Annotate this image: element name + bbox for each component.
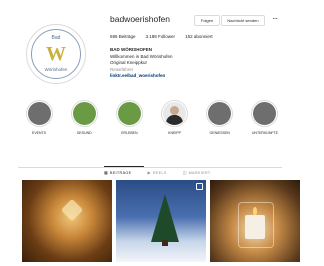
highlight-cover <box>70 100 98 127</box>
post-christmas-ornament[interactable] <box>22 180 112 262</box>
profile-bio: BAD WÖRISHOFEN Willkommen in Bad Wörisho… <box>110 47 173 80</box>
profile-stats: 695 Beiträge 3.188 Follower 152 abonnier… <box>110 34 213 39</box>
highlight-color-fill <box>72 102 96 125</box>
candle <box>245 215 265 239</box>
follow-button[interactable]: Folgen <box>194 15 220 26</box>
highlight-color-fill <box>117 102 141 125</box>
highlight-erleben[interactable]: ERLEBEN <box>112 100 146 135</box>
tab-label: MARKIERT <box>188 170 211 175</box>
tabs-divider <box>18 167 282 168</box>
logo-letter: W <box>46 43 66 65</box>
straw-star-ornament <box>60 198 84 222</box>
highlight-color-fill <box>208 102 232 125</box>
logo-top-text: Bad <box>51 35 61 41</box>
highlight-geniessen[interactable]: GENIESSEN <box>203 100 237 135</box>
profile-tabs: ▦ BEITRÄGE ▶ REELS ◫ MARKIERT <box>104 170 211 176</box>
highlight-unterkünfte[interactable]: UNTERKÜNFTE <box>248 100 282 135</box>
highlight-cover <box>206 100 234 127</box>
candle-flame <box>253 207 257 215</box>
highlight-events[interactable]: EVENTS <box>22 100 56 135</box>
highlight-color-fill <box>27 102 51 125</box>
more-options-icon[interactable]: ··· <box>272 14 278 23</box>
tab-label: REELS <box>152 170 167 175</box>
tab-beiträge[interactable]: ▦ BEITRÄGE <box>104 170 132 176</box>
message-button[interactable]: Nachricht senden <box>221 15 265 26</box>
tree-trunk <box>162 240 168 246</box>
posts-grid <box>22 180 304 262</box>
highlight-cover <box>251 100 279 127</box>
highlight-label: EVENTS <box>31 131 46 135</box>
logo: Bad W Wörishofen <box>31 29 81 79</box>
multiple-images-icon <box>196 183 203 190</box>
person-head <box>170 106 180 115</box>
profile-username: badwoerishofen <box>110 14 171 24</box>
posts-count[interactable]: 695 Beiträge <box>110 34 136 39</box>
christmas-tree <box>151 194 179 242</box>
grid-icon: ▦ <box>104 171 108 175</box>
profile-avatar[interactable]: Bad W Wörishofen <box>26 24 86 84</box>
post-christmas-tree-snow[interactable] <box>116 180 206 262</box>
following-count[interactable]: 152 abonniert <box>185 34 213 39</box>
highlight-person-photo <box>163 102 187 125</box>
highlight-label: GENIESSEN <box>209 131 230 135</box>
tab-label: BEITRÄGE <box>109 170 132 175</box>
highlight-kneipp[interactable]: KNEIPP <box>158 100 192 135</box>
bio-link[interactable]: linktr.ee/bad_woerishofen <box>110 73 173 80</box>
person-torso <box>166 115 184 125</box>
highlight-cover <box>25 100 53 127</box>
reels-icon: ▶ <box>147 171 151 175</box>
highlight-color-fill <box>253 102 277 125</box>
highlight-cover <box>161 100 189 127</box>
tab-markiert[interactable]: ◫ MARKIERT <box>182 170 211 176</box>
highlight-label: GESUND <box>76 131 92 135</box>
logo-bottom-text: Wörishofen <box>44 67 68 72</box>
active-tab-indicator <box>104 166 144 167</box>
highlight-label: ERLEBEN <box>121 131 138 135</box>
highlight-label: KNEIPP <box>168 131 181 135</box>
followers-count[interactable]: 3.188 Follower <box>146 34 176 39</box>
story-highlights: EVENTS GESUND ERLEBEN KNEIPP GENIESSEN UNTERK… <box>22 100 282 135</box>
post-candle-lantern[interactable] <box>210 180 300 262</box>
highlight-label: UNTERKÜNFTE <box>251 131 278 135</box>
highlight-cover <box>115 100 143 127</box>
tagged-icon: ◫ <box>182 171 187 175</box>
tab-reels[interactable]: ▶ REELS <box>147 170 167 176</box>
highlight-gesund[interactable]: GESUND <box>67 100 101 135</box>
